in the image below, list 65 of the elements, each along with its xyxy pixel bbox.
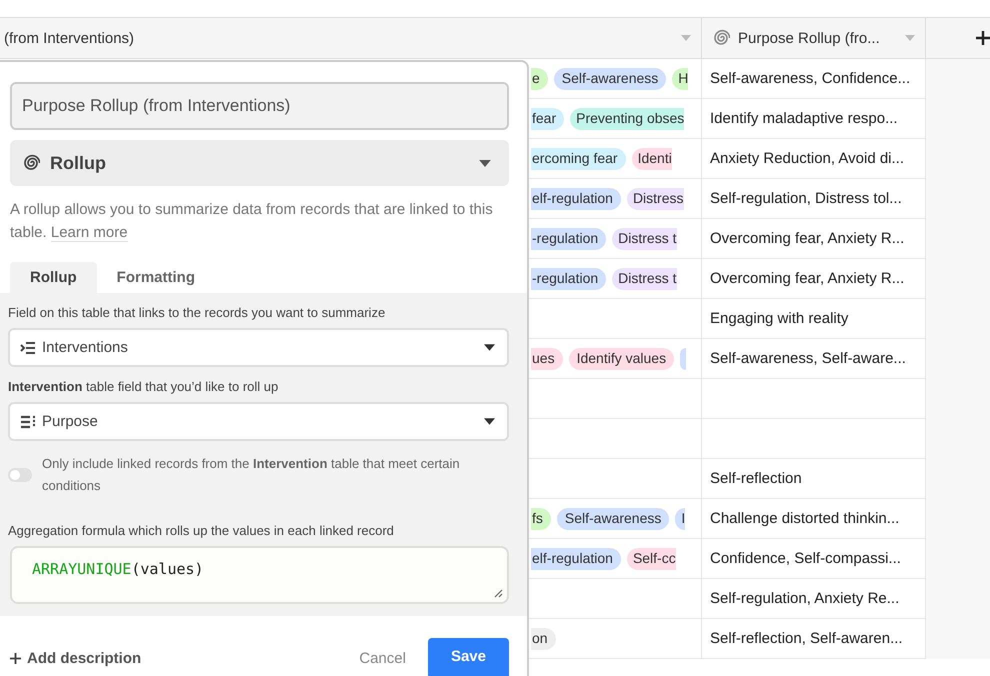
table-cell: Self-reflection bbox=[702, 459, 926, 499]
tag-chip: on bbox=[531, 628, 556, 650]
tag-chip: Distress t bbox=[612, 228, 676, 250]
caret-icon bbox=[479, 160, 491, 166]
tag-chip: Distress bbox=[626, 188, 684, 210]
list-icon bbox=[20, 340, 36, 354]
tag-chip: elf-regulation bbox=[531, 188, 621, 210]
description-text: A rollup allows you to summarize data from records that are linked to this table. Learn more bbox=[10, 200, 494, 244]
column-header[interactable]: (from Interventions) bbox=[0, 18, 702, 58]
field-label: Intervention table field that you’d like to roll up bbox=[8, 379, 280, 394]
table-cell: Self-regulation, Anxiety Re... bbox=[702, 579, 926, 619]
resize-handle[interactable] bbox=[493, 588, 503, 598]
field-type-dropdown[interactable]: Rollup bbox=[10, 140, 509, 186]
tag-chip: Identi bbox=[632, 148, 672, 170]
tag-chip: Self-cc bbox=[626, 548, 676, 570]
toggle-switch[interactable] bbox=[8, 468, 32, 482]
tag-chip: Self-awareness bbox=[556, 508, 670, 530]
add-column-icon[interactable] bbox=[976, 31, 990, 45]
spiral-icon bbox=[22, 154, 40, 172]
caret-icon[interactable] bbox=[681, 35, 691, 41]
tag-chip: fs bbox=[531, 508, 551, 530]
tag-chip: ercoming fear bbox=[531, 148, 626, 170]
list-icon bbox=[20, 414, 36, 428]
table-cell: Self-awareness, Confidence... bbox=[702, 59, 926, 99]
tag-chip: Distress t bbox=[612, 268, 676, 290]
toggle-label: Only include linked records from the Intervention table that meet certain conditions bbox=[42, 455, 461, 495]
tab[interactable]: Rollup bbox=[10, 262, 97, 293]
field-label: Field on this table that links to the records you want to summarize bbox=[8, 305, 386, 320]
learn-more-link[interactable]: Learn more bbox=[50, 224, 128, 242]
formula-field[interactable]: ARRAYUNIQUE(values) bbox=[10, 546, 509, 604]
table-cell: Self-regulation, Distress tol... bbox=[702, 179, 926, 219]
tag-chip: Preventing obses bbox=[570, 108, 684, 130]
spiral-icon bbox=[712, 29, 730, 47]
table-cell: Overcoming fear, Anxiety R... bbox=[702, 219, 926, 259]
caret-icon bbox=[484, 418, 495, 425]
column-header[interactable]: Purpose Rollup (fro... bbox=[702, 18, 926, 58]
table-cell: Identify maladaptive respo... bbox=[702, 99, 926, 139]
table-cell: Confidence, Self-compassi... bbox=[702, 539, 926, 579]
table-cell: Self-awareness, Self-aware... bbox=[702, 339, 926, 379]
table-cell: Challenge distorted thinkin... bbox=[702, 499, 926, 539]
tag-chip: e bbox=[531, 68, 548, 90]
rollup-field-dropdown[interactable]: Purpose bbox=[8, 402, 509, 441]
field-label: Aggregation formula which rolls up the values in each linked record bbox=[8, 523, 395, 538]
tag-chip: -regulation bbox=[531, 268, 606, 290]
add-description-button[interactable]: Add description bbox=[10, 650, 142, 667]
caret-icon bbox=[484, 344, 495, 351]
tag-chip: Self-awareness bbox=[554, 68, 666, 90]
table-cell: Overcoming fear, Anxiety R... bbox=[702, 259, 926, 299]
tag-chip: I bbox=[675, 508, 686, 530]
plus-icon bbox=[10, 653, 21, 664]
tag-chip: ues bbox=[531, 348, 563, 370]
table-cell: Self-reflection, Self-awaren... bbox=[702, 619, 926, 659]
tag-chip: H bbox=[672, 68, 688, 90]
caret-icon[interactable] bbox=[905, 35, 915, 41]
field-name-input[interactable]: Purpose Rollup (from Interventions) bbox=[10, 82, 509, 130]
tag-chip: -regulation bbox=[531, 228, 606, 250]
table-cell: Engaging with reality bbox=[702, 299, 926, 339]
table-cell: Anxiety Reduction, Avoid di... bbox=[702, 139, 926, 179]
tag-chip: elf-regulation bbox=[531, 548, 621, 570]
tag-chip: Identify values bbox=[568, 348, 674, 370]
save-button[interactable]: Save bbox=[428, 638, 509, 676]
cancel-button[interactable]: Cancel bbox=[345, 650, 420, 667]
link-field-dropdown[interactable]: Interventions bbox=[8, 328, 509, 367]
tab[interactable]: Formatting bbox=[96, 262, 215, 293]
tag-chip: fear bbox=[531, 108, 564, 130]
